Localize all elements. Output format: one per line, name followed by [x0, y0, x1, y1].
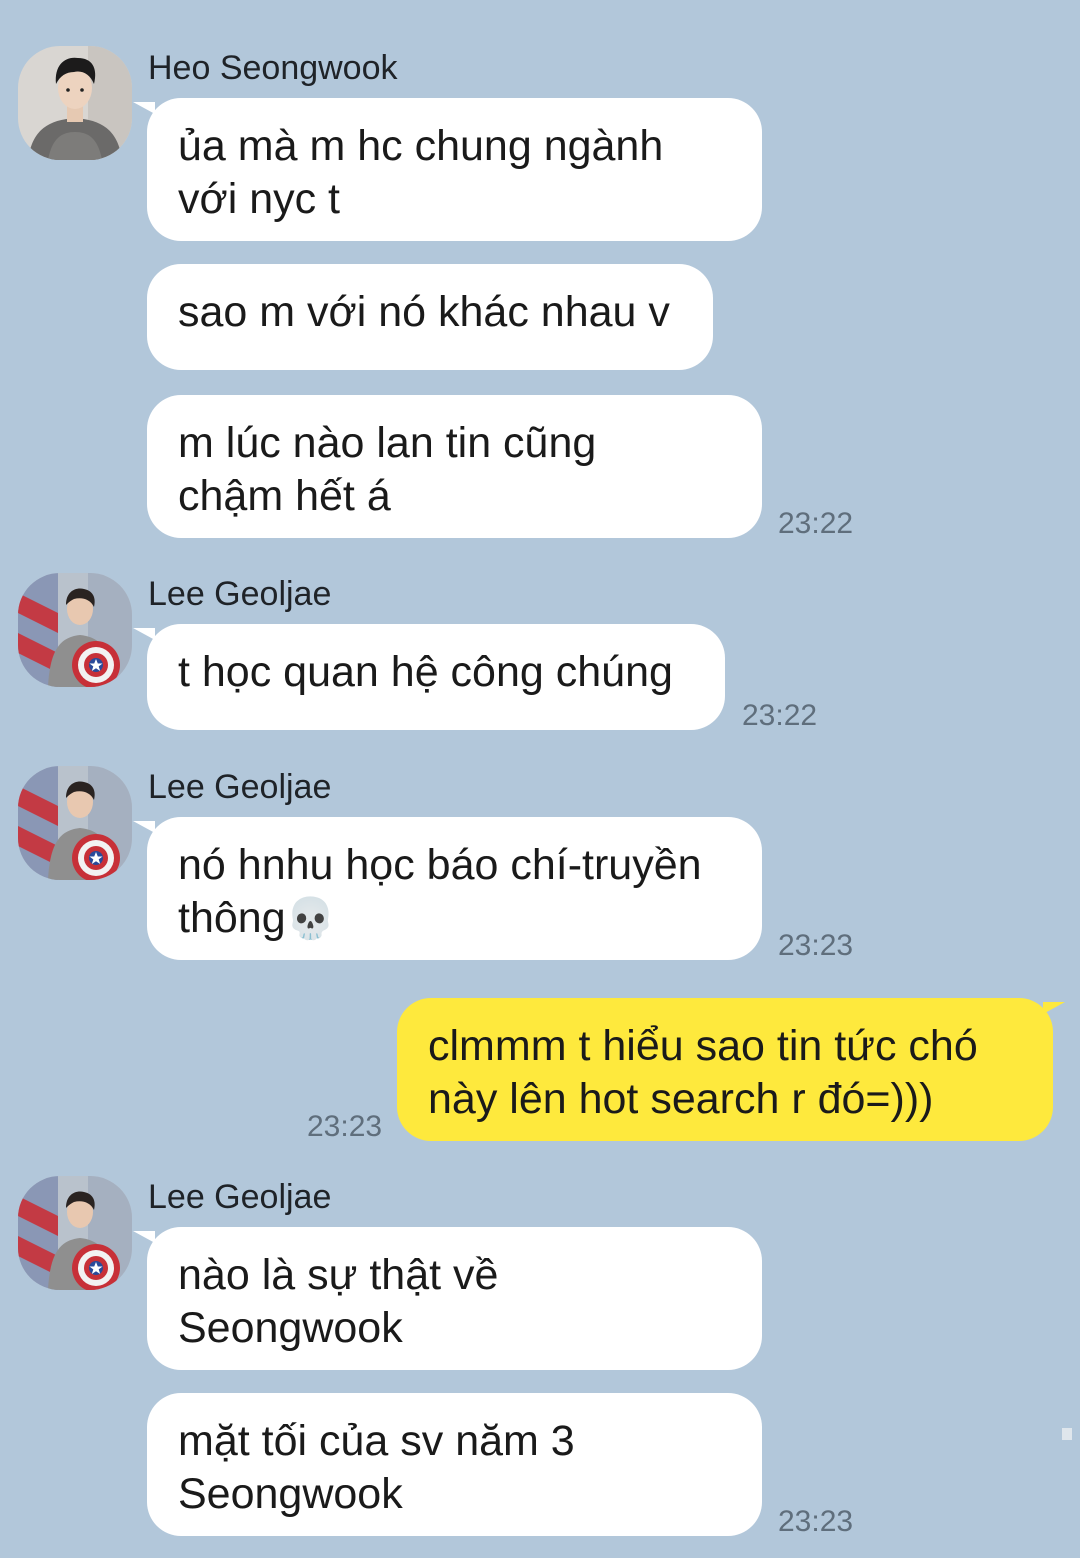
message-bubble[interactable]: ủa mà m hc chung ngành với nyc t — [133, 98, 762, 241]
sender-name: Heo Seongwook — [148, 49, 398, 87]
sender-name: Lee Geoljae — [148, 1178, 332, 1216]
message-bubble[interactable]: nào là sự thật về Seongwook — [133, 1227, 762, 1370]
bubble-tail — [1043, 1002, 1065, 1014]
skull-emoji-icon: 💀 — [285, 897, 336, 941]
bubble-tail — [133, 821, 155, 833]
message-bubble[interactable]: t học quan hệ công chúng — [133, 624, 725, 730]
message-bubble[interactable]: mặt tối của sv năm 3 Seongwook — [147, 1393, 762, 1536]
message-text: Seongwook — [178, 1470, 403, 1518]
message-text: nó hnhu học báo chí-truyền — [178, 841, 702, 889]
person-with-shield-photo — [18, 766, 132, 880]
avatar-heo-seongwook[interactable] — [18, 46, 132, 160]
message-text: t học quan hệ công chúng — [178, 648, 673, 696]
person-in-grey-sweater-photo — [18, 46, 132, 160]
message-timestamp: 23:23 — [307, 1110, 383, 1143]
message-timestamp: 23:22 — [742, 699, 818, 732]
person-with-shield-photo — [18, 573, 132, 687]
avatar-lee-geoljae[interactable] — [18, 766, 132, 880]
message-bubble[interactable]: sao m với nó khác nhau v — [147, 264, 713, 370]
message-timestamp: 23:23 — [778, 929, 854, 962]
message-text: sao m với nó khác nhau v — [178, 288, 670, 336]
message-bubble[interactable]: m lúc nào lan tin cũng chậm hết á — [147, 395, 762, 538]
sender-name: Lee Geoljae — [148, 575, 332, 613]
message-timestamp: 23:23 — [778, 1505, 854, 1538]
outgoing-message-bubble[interactable]: clmmm t hiểu sao tin tức chó này lên hot… — [397, 998, 1065, 1141]
message-text: thông — [178, 894, 286, 942]
message-text: Seongwook — [178, 1304, 403, 1352]
message-text: với nyc t — [178, 175, 341, 223]
scroll-indicator[interactable] — [1062, 1428, 1072, 1440]
message-timestamp: 23:22 — [778, 507, 854, 540]
person-with-shield-photo — [18, 1176, 132, 1290]
bubble-tail — [133, 1231, 155, 1243]
bubble-tail — [133, 102, 155, 114]
message-text: ủa mà m hc chung ngành — [178, 122, 664, 170]
message-text: nào là sự thật về — [178, 1251, 499, 1299]
message-text: này lên hot search r đó=))) — [428, 1075, 934, 1123]
message-text: m lúc nào lan tin cũng — [178, 419, 597, 467]
message-text: chậm hết á — [178, 472, 391, 520]
message-bubble[interactable]: nó hnhu học báo chí-truyền thông💀 — [133, 817, 762, 960]
message-text: clmmm t hiểu sao tin tức chó — [428, 1022, 978, 1070]
message-text: mặt tối của sv năm 3 — [178, 1417, 575, 1465]
avatar-lee-geoljae[interactable] — [18, 573, 132, 687]
sender-name: Lee Geoljae — [148, 768, 332, 806]
bubble-tail — [133, 628, 155, 640]
avatar-lee-geoljae[interactable] — [18, 1176, 132, 1290]
